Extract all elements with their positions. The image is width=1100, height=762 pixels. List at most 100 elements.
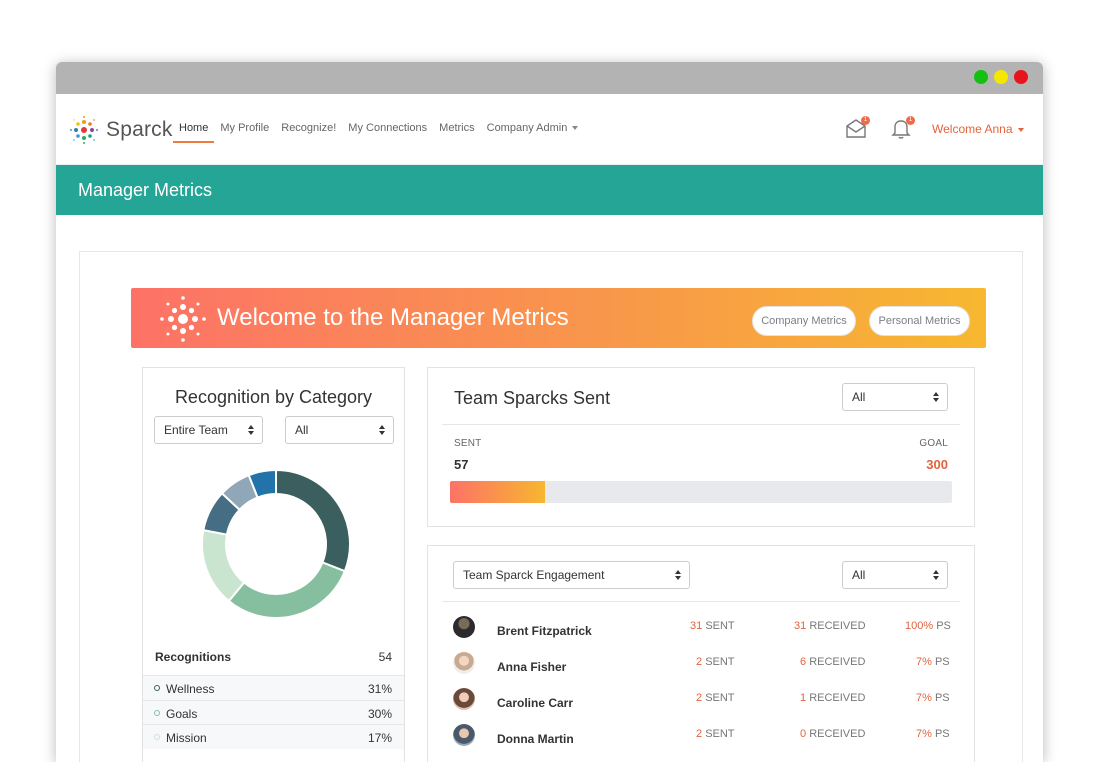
company-metrics-button[interactable]: Company Metrics	[752, 306, 856, 336]
category-marker-icon	[154, 710, 160, 716]
personal-metrics-button[interactable]: Personal Metrics	[869, 306, 970, 336]
window-minimize-button[interactable]	[994, 70, 1008, 84]
person-name: Caroline Carr	[497, 696, 574, 710]
avatar	[453, 688, 475, 710]
nav-metrics[interactable]: Metrics	[433, 94, 480, 165]
sent-count: 2	[696, 656, 703, 668]
donut-segment-0[interactable]	[275, 468, 351, 573]
received-unit: RECEIVED	[809, 656, 866, 668]
engagement-filter-select[interactable]: All	[842, 561, 948, 589]
browser-window: Sparck Home My Profile Recognize! My Con…	[56, 62, 1043, 762]
person-name: Anna Fisher	[497, 660, 567, 674]
sparck-logo[interactable]: Sparck	[68, 114, 173, 146]
received-stat: 31 RECEIVED	[794, 620, 866, 632]
sent-progress-fill	[450, 481, 546, 503]
window-maximize-button[interactable]	[974, 70, 988, 84]
ps-stat: 100% PS	[905, 620, 951, 632]
nav-company-admin[interactable]: Company Admin	[481, 94, 585, 165]
sparck-burst-icon	[160, 296, 206, 342]
select-arrows-icon	[379, 425, 385, 436]
engagement-row[interactable]: Anna Fisher 2 SENT 6 RECEIVED 7% PS	[428, 650, 974, 686]
sent-unit: SENT	[705, 620, 735, 632]
sent-stat: 2 SENT	[696, 656, 735, 668]
ps-value: 7%	[916, 656, 932, 668]
window-close-button[interactable]	[1014, 70, 1028, 84]
ps-stat: 7% PS	[916, 656, 950, 668]
notifications-button[interactable]: 1	[889, 116, 915, 142]
user-menu-label: Welcome Anna	[932, 122, 1013, 136]
sent-unit: SENT	[705, 728, 735, 740]
sent-progress-bar	[450, 481, 952, 503]
engagement-type-select[interactable]: Team Sparck Engagement	[453, 561, 690, 589]
category-row: Wellness 31%	[143, 675, 404, 700]
category-marker-icon	[154, 734, 160, 740]
category-percent: 30%	[367, 707, 392, 721]
nav-company-admin-label: Company Admin	[486, 122, 568, 134]
welcome-banner: Welcome to the Manager Metrics Company M…	[131, 288, 986, 348]
divider	[442, 601, 960, 602]
category-row: Mission 17%	[143, 724, 404, 749]
category-filter-value: All	[295, 423, 309, 437]
avatar	[453, 724, 475, 746]
team-sparcks-sent-title: Team Sparcks Sent	[454, 388, 611, 408]
person-name: Brent Fitzpatrick	[497, 624, 592, 638]
category-row: Goals 30%	[143, 700, 404, 725]
ps-stat: 7% PS	[916, 692, 950, 704]
received-stat: 1 RECEIVED	[800, 692, 865, 704]
avatar	[453, 616, 475, 638]
donut-segment-2[interactable]	[201, 528, 246, 603]
category-name: Mission	[166, 731, 207, 745]
recognition-donut-chart	[201, 468, 351, 619]
received-stat: 6 RECEIVED	[800, 656, 865, 668]
recognitions-total-row: Recognitions 54	[155, 650, 392, 664]
sent-count: 31	[690, 620, 703, 632]
nav-my-connections[interactable]: My Connections	[342, 94, 433, 165]
team-select-value: Entire Team	[164, 423, 228, 437]
sparck-logo-icon	[69, 115, 99, 145]
goal-label: GOAL	[919, 438, 948, 449]
received-count: 6	[800, 656, 807, 668]
engagement-row[interactable]: Brent Fitzpatrick 31 SENT 31 RECEIVED 10…	[428, 614, 974, 650]
chevron-down-icon	[1017, 127, 1024, 132]
received-count: 31	[794, 620, 807, 632]
recognition-card-title: Recognition by Category	[174, 387, 373, 407]
nav-my-profile[interactable]: My Profile	[214, 94, 275, 165]
received-unit: RECEIVED	[809, 692, 866, 704]
received-count: 1	[800, 692, 807, 704]
sent-label: SENT	[454, 438, 482, 449]
team-sparcks-sent-card: Team Sparcks Sent All SENT GOAL 57 300	[427, 367, 975, 527]
ps-value: 100%	[905, 620, 934, 632]
recognitions-count: 54	[378, 650, 392, 664]
sent-stat: 31 SENT	[690, 620, 735, 632]
received-count: 0	[800, 728, 807, 740]
nav-recognize[interactable]: Recognize!	[275, 94, 342, 165]
messages-button[interactable]: 1	[844, 116, 870, 142]
nav-home[interactable]: Home	[173, 94, 215, 165]
category-percent: 17%	[367, 731, 392, 745]
goal-value: 300	[926, 457, 948, 472]
notifications-badge: 1	[906, 116, 915, 125]
sent-unit: SENT	[705, 692, 735, 704]
select-arrows-icon	[675, 570, 681, 581]
sent-unit: SENT	[705, 656, 735, 668]
engagement-filter-value: All	[852, 568, 866, 582]
sent-filter-select[interactable]: All	[842, 383, 948, 411]
user-menu[interactable]: Welcome Anna	[932, 122, 1024, 136]
select-arrows-icon	[933, 392, 939, 403]
recognitions-label: Recognitions	[155, 650, 232, 664]
messages-badge: 1	[861, 116, 870, 125]
logo-text: Sparck	[106, 118, 173, 141]
category-percent: 31%	[367, 682, 392, 696]
team-select[interactable]: Entire Team	[154, 416, 263, 444]
chevron-down-icon	[572, 126, 579, 131]
ps-value: 7%	[916, 728, 932, 740]
category-filter-select[interactable]: All	[285, 416, 394, 444]
select-arrows-icon	[248, 425, 254, 436]
engagement-row[interactable]: Caroline Carr 2 SENT 1 RECEIVED 7% PS	[428, 686, 974, 722]
category-name: Goals	[166, 707, 198, 721]
recognition-by-category-card: Recognition by Category Entire Team All …	[142, 367, 405, 762]
engagement-row[interactable]: Donna Martin 2 SENT 0 RECEIVED 7% PS	[428, 722, 974, 758]
main-nav: Home My Profile Recognize! My Connection…	[173, 94, 584, 165]
select-arrows-icon	[933, 570, 939, 581]
donut-segment-1[interactable]	[227, 561, 347, 619]
